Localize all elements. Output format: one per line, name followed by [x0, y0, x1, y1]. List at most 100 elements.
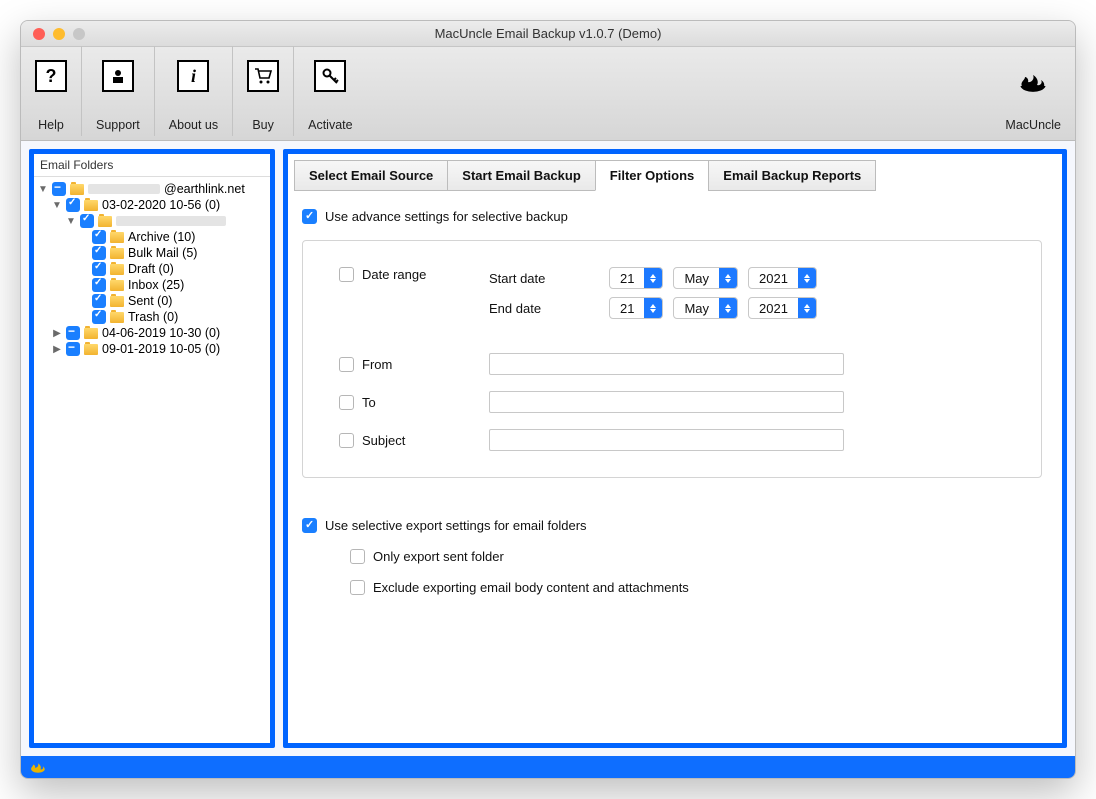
checkbox[interactable]: [92, 262, 106, 276]
disclosure-icon[interactable]: ▼: [52, 200, 62, 211]
toolbar-about-label: About us: [169, 118, 218, 132]
tree-folder-draft[interactable]: Draft (0): [34, 261, 270, 277]
start-month-select[interactable]: May: [673, 267, 738, 289]
date-range-checkbox[interactable]: [339, 267, 354, 282]
disclosure-icon[interactable]: ▼: [66, 216, 76, 227]
from-input[interactable]: [489, 353, 844, 375]
tree-folder-inbox[interactable]: Inbox (25): [34, 277, 270, 293]
help-icon: ?: [35, 60, 67, 92]
cart-icon: [247, 60, 279, 92]
stepper-icon: [644, 268, 662, 288]
checkbox[interactable]: [52, 182, 66, 196]
exclude-body-checkbox[interactable]: [350, 580, 365, 595]
redacted-text: [88, 184, 160, 194]
filter-group: Date range Start date 21 May 2021 End da…: [302, 240, 1042, 478]
tab-select-source[interactable]: Select Email Source: [294, 160, 448, 191]
start-year-value: 2021: [749, 271, 798, 286]
toolbar-help-label: Help: [38, 118, 64, 132]
checkbox[interactable]: [92, 278, 106, 292]
folder-label: Bulk Mail (5): [128, 246, 197, 260]
exclude-body-row[interactable]: Exclude exporting email body content and…: [350, 580, 1062, 595]
toolbar-activate-label: Activate: [308, 118, 352, 132]
start-date-row: Start date 21 May 2021: [489, 267, 1001, 289]
checkbox[interactable]: [66, 198, 80, 212]
folder-icon: [84, 344, 98, 355]
advance-settings-row[interactable]: Use advance settings for selective backu…: [302, 209, 1062, 224]
disclosure-icon[interactable]: ▶: [52, 328, 62, 339]
start-month-value: May: [674, 271, 719, 286]
tree-folder[interactable]: ▶ 09-01-2019 10-05 (0): [34, 341, 270, 357]
from-label: From: [362, 357, 392, 372]
brand: MacUncle: [1005, 46, 1061, 136]
selective-export-row[interactable]: Use selective export settings for email …: [302, 518, 1062, 533]
stepper-icon: [798, 268, 816, 288]
folder-label: Inbox (25): [128, 278, 184, 292]
to-input[interactable]: [489, 391, 844, 413]
start-day-select[interactable]: 21: [609, 267, 663, 289]
status-logo-icon: [29, 758, 47, 776]
tab-reports[interactable]: Email Backup Reports: [708, 160, 876, 191]
only-sent-checkbox[interactable]: [350, 549, 365, 564]
folder-icon: [110, 232, 124, 243]
stepper-icon: [798, 298, 816, 318]
tree-folder-trash[interactable]: Trash (0): [34, 309, 270, 325]
folders-header: Email Folders: [34, 154, 270, 177]
folder-label: 09-01-2019 10-05 (0): [102, 342, 220, 356]
folder-label: Trash (0): [128, 310, 178, 324]
titlebar: MacUncle Email Backup v1.0.7 (Demo): [21, 21, 1075, 47]
checkbox[interactable]: [92, 246, 106, 260]
start-year-select[interactable]: 2021: [748, 267, 817, 289]
folder-label: Draft (0): [128, 262, 174, 276]
checkbox[interactable]: [92, 230, 106, 244]
folder-icon: [98, 216, 112, 227]
selective-export-checkbox[interactable]: [302, 518, 317, 533]
folder-icon: [70, 184, 84, 195]
tree-folder[interactable]: ▼: [34, 213, 270, 229]
disclosure-icon[interactable]: ▼: [38, 184, 48, 195]
toolbar-buy[interactable]: Buy: [233, 46, 294, 136]
tab-filter-options[interactable]: Filter Options: [595, 160, 710, 191]
toolbar-buy-label: Buy: [252, 118, 274, 132]
main-area: Email Folders ▼ @earthlink.net ▼ 03-02-2…: [21, 141, 1075, 756]
brand-label: MacUncle: [1005, 118, 1061, 132]
checkbox[interactable]: [92, 310, 106, 324]
toolbar-about[interactable]: i About us: [155, 46, 233, 136]
subject-input[interactable]: [489, 429, 844, 451]
only-sent-row[interactable]: Only export sent folder: [350, 549, 1062, 564]
checkbox[interactable]: [66, 326, 80, 340]
folder-icon: [84, 328, 98, 339]
end-date-label: End date: [489, 301, 599, 316]
checkbox[interactable]: [92, 294, 106, 308]
only-sent-label: Only export sent folder: [373, 549, 504, 564]
folder-icon: [110, 264, 124, 275]
to-checkbox[interactable]: [339, 395, 354, 410]
folder-label: 03-02-2020 10-56 (0): [102, 198, 220, 212]
toolbar-support-label: Support: [96, 118, 140, 132]
advance-settings-checkbox[interactable]: [302, 209, 317, 224]
tree-folder-bulkmail[interactable]: Bulk Mail (5): [34, 245, 270, 261]
tree-folder[interactable]: ▼ 03-02-2020 10-56 (0): [34, 197, 270, 213]
checkbox[interactable]: [80, 214, 94, 228]
from-checkbox[interactable]: [339, 357, 354, 372]
tree-folder-sent[interactable]: Sent (0): [34, 293, 270, 309]
disclosure-icon[interactable]: ▶: [52, 344, 62, 355]
toolbar-support[interactable]: Support: [82, 46, 155, 136]
end-year-select[interactable]: 2021: [748, 297, 817, 319]
tree-account[interactable]: ▼ @earthlink.net: [34, 181, 270, 197]
folders-panel: Email Folders ▼ @earthlink.net ▼ 03-02-2…: [29, 149, 275, 748]
advance-settings-label: Use advance settings for selective backu…: [325, 209, 568, 224]
toolbar-activate[interactable]: Activate: [294, 46, 366, 136]
end-day-select[interactable]: 21: [609, 297, 663, 319]
tab-start-backup[interactable]: Start Email Backup: [447, 160, 596, 191]
tree-folder[interactable]: ▶ 04-06-2019 10-30 (0): [34, 325, 270, 341]
end-month-select[interactable]: May: [673, 297, 738, 319]
start-date-label: Start date: [489, 271, 599, 286]
folder-icon: [110, 280, 124, 291]
checkbox[interactable]: [66, 342, 80, 356]
end-date-row: End date 21 May 2021: [489, 297, 1001, 319]
tree-folder-archive[interactable]: Archive (10): [34, 229, 270, 245]
toolbar-help[interactable]: ? Help: [35, 46, 82, 136]
status-bar: [21, 756, 1075, 778]
filter-content: Use advance settings for selective backu…: [288, 191, 1062, 743]
subject-checkbox[interactable]: [339, 433, 354, 448]
